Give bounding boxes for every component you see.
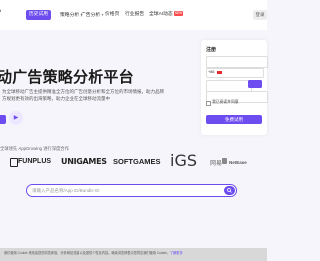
hero-cta-button[interactable] bbox=[0, 115, 6, 124]
china-flag-icon bbox=[217, 71, 222, 74]
hero-description: 为全球移动广告主提供精准全方位的广告创意分析和全方位的市场情报，助力品牌方规划更… bbox=[2, 89, 164, 101]
trust-line: 全球领先 AppGrowing 进行深度合作 bbox=[0, 146, 70, 151]
nav-item-ai-news-label: 全球AI动态 bbox=[149, 12, 173, 17]
brand-netease: NetEase bbox=[229, 160, 247, 165]
hero-title: 动广告策略分析平台 bbox=[0, 69, 134, 86]
login-button[interactable]: 登录 bbox=[253, 10, 267, 20]
phone-field[interactable] bbox=[206, 68, 264, 78]
nav-item-strategy-label: 策略分析 bbox=[60, 13, 80, 18]
netease-logo-icon bbox=[222, 158, 227, 164]
funplus-logo-icon bbox=[10, 158, 18, 167]
brand-igs: iGS bbox=[170, 151, 197, 170]
play-icon[interactable]: ▶ bbox=[9, 111, 23, 125]
search-button[interactable] bbox=[224, 186, 235, 195]
send-code-button[interactable] bbox=[248, 80, 262, 88]
nav-item-ai-news[interactable]: 全球AI动态 NEW bbox=[149, 10, 184, 20]
app-logo[interactable]: g° bbox=[0, 10, 1, 17]
new-badge: NEW bbox=[173, 11, 184, 17]
brand-funplus: FUNPLUS bbox=[18, 158, 52, 165]
nav-item-ads[interactable]: 广告分析 ▾ bbox=[81, 10, 104, 20]
email-field[interactable] bbox=[206, 56, 268, 68]
nav-item-pricing[interactable]: 价格页 bbox=[105, 10, 119, 20]
free-trial-button[interactable]: 免费试用 bbox=[206, 115, 262, 124]
cookie-message: 我们使用 Cookie 来改善您的浏览体验、分析网站流量以及提供个性化内容。继续… bbox=[4, 251, 170, 255]
signup-title: 注册 bbox=[206, 47, 217, 53]
agree-label: 我已阅读并同意 bbox=[212, 100, 239, 104]
cookie-text: 我们使用 Cookie 来改善您的浏览体验、分析网站流量以及提供个性化内容。继续… bbox=[4, 250, 183, 255]
search-input[interactable] bbox=[32, 184, 212, 197]
cookie-learn-more-link[interactable]: 了解更多 bbox=[170, 251, 183, 255]
nav-item-ads-label: 广告分析 bbox=[81, 13, 101, 18]
country-code[interactable]: +86 bbox=[208, 70, 214, 74]
brand-unigames: UNIGAMES bbox=[61, 157, 107, 166]
nav-item-trial[interactable]: 历史试用 bbox=[26, 10, 51, 20]
brand-netease-cn: 网易 bbox=[210, 161, 223, 167]
search-icon bbox=[227, 188, 232, 193]
nav-item-reports[interactable]: 行业报告 bbox=[125, 10, 144, 20]
nav-item-strategy[interactable]: 策略分析 ▾ bbox=[60, 10, 83, 20]
chevron-down-icon: ▾ bbox=[101, 12, 104, 17]
brand-softgames: SOFTGAMES bbox=[113, 157, 161, 166]
agree-checkbox[interactable] bbox=[206, 101, 211, 106]
